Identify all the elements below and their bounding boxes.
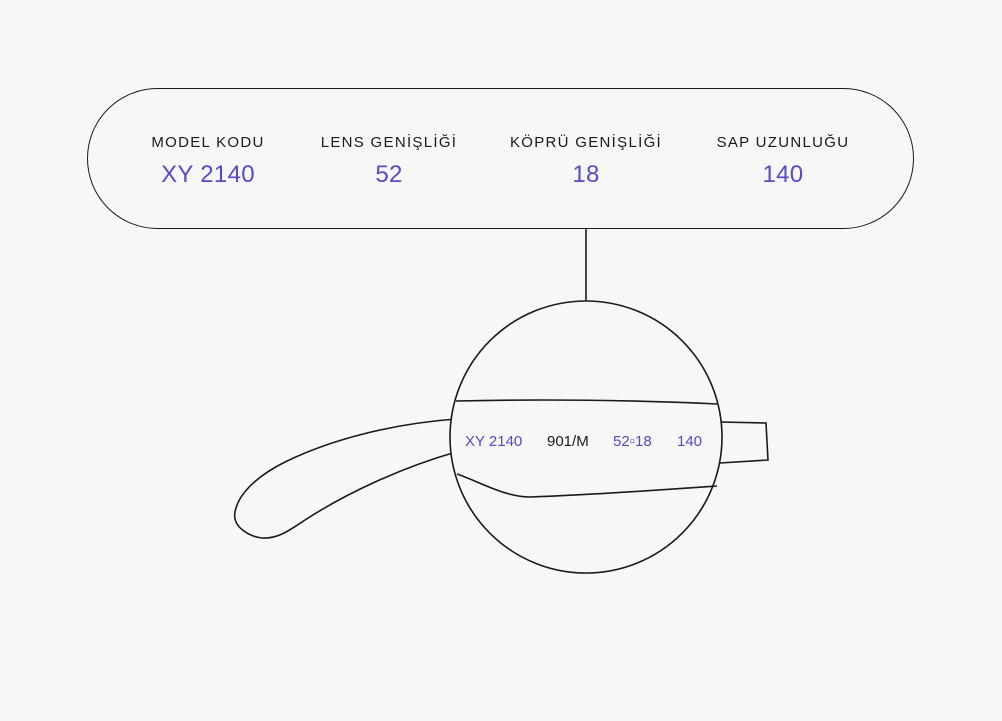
temple-size-text: 52▫18	[613, 433, 652, 450]
temple-color-code-text: 901/M	[547, 433, 589, 450]
spec-label: LENS GENİŞLİĞİ	[320, 134, 458, 151]
spec-value: 140	[762, 161, 804, 188]
spec-temple-length: SAP UZUNLUĞU 140	[693, 134, 873, 189]
temple-hinge-outline	[719, 421, 769, 464]
spec-value: 18	[572, 161, 600, 188]
spec-value: XY 2140	[161, 161, 255, 188]
spec-lens-width: LENS GENİŞLİĞİ 52	[299, 134, 479, 189]
temple-length-text: 140	[677, 433, 703, 450]
temple-arm-outline	[234, 418, 457, 539]
spec-panel: MODEL KODU XY 2140 LENS GENİŞLİĞİ 52 KÖP…	[87, 88, 914, 229]
spec-bridge-width: KÖPRÜ GENİŞLİĞİ 18	[496, 134, 676, 189]
temple-model-text: XY 2140	[465, 433, 523, 450]
spec-label: KÖPRÜ GENİŞLİĞİ	[509, 134, 663, 151]
spec-label: SAP UZUNLUĞU	[716, 134, 850, 151]
spec-value: 52	[375, 161, 403, 188]
spec-label: MODEL KODU	[151, 134, 265, 151]
spec-model-code: MODEL KODU XY 2140	[118, 134, 298, 189]
